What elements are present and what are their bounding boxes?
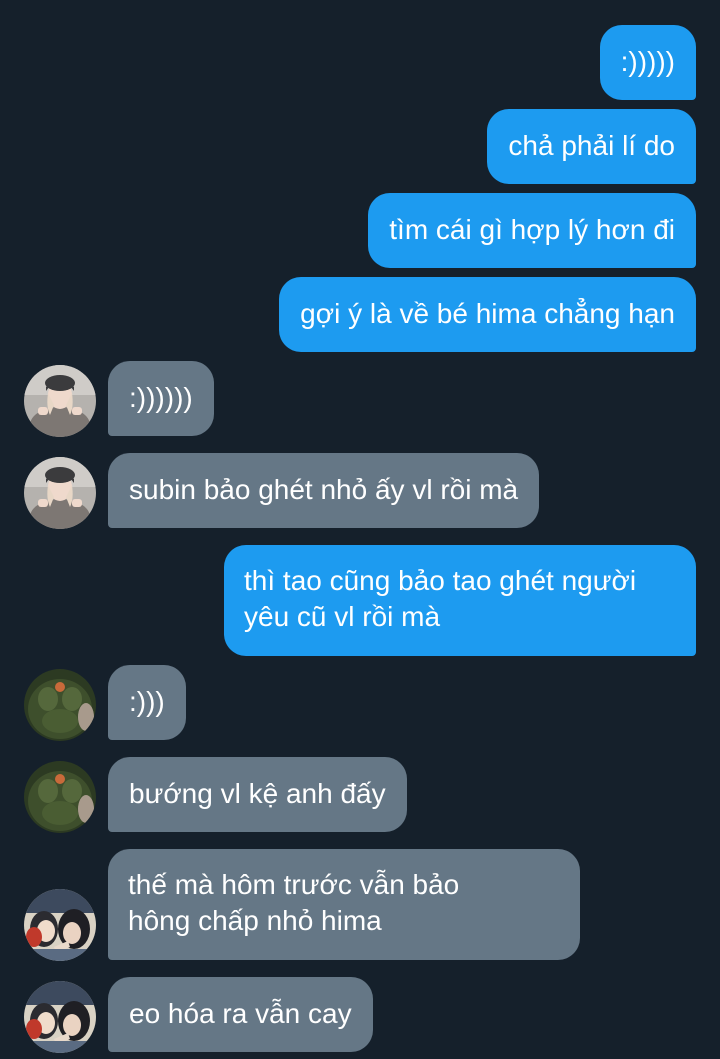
girl-beanie-avatar[interactable] [24,365,96,437]
message-text-line: thế mà hôm trước vẫn bảo [128,869,460,900]
message-text: subin bảo ghét nhỏ ấy vl rồi mà [129,474,519,505]
sent-message-bubble[interactable]: gợi ý là về bé hima chẳng hạn [279,277,696,352]
message-text: gợi ý là về bé hima chẳng hạn [300,298,675,329]
message-text-line: yêu cũ vl rồi mà [244,601,441,632]
message-text: :))))) [620,46,675,77]
girl-beanie-avatar[interactable] [24,457,96,529]
received-message-bubble[interactable]: thế mà hôm trước vẫn bảo hông chấp nhỏ h… [108,849,580,960]
message-text-line: hông chấp nhỏ hima [128,905,382,936]
anime-characters-avatar[interactable] [24,981,96,1053]
anime-characters-avatar[interactable] [24,889,96,961]
message-text: chả phải lí do [508,130,675,161]
sent-message-bubble[interactable]: :))))) [599,25,696,100]
message-thread: :))))) chả phải lí do tìm cái gì hợp lý … [0,0,720,1059]
message-text: :))) [129,686,165,717]
sent-message-bubble[interactable]: thì tao cũng bảo tao ghét người yêu cũ v… [224,545,696,656]
green-creature-avatar[interactable] [24,669,96,741]
message-text: eo hóa ra vẫn cay [129,998,352,1029]
received-message-bubble[interactable]: bướng vl kệ anh đấy [108,757,407,832]
received-message-bubble[interactable]: :)))))) [108,361,214,436]
received-message-bubble[interactable]: eo hóa ra vẫn cay [108,977,373,1052]
sent-message-bubble[interactable]: chả phải lí do [487,109,696,184]
message-text: tìm cái gì hợp lý hơn đi [389,214,675,245]
sent-message-bubble[interactable]: tìm cái gì hợp lý hơn đi [368,193,696,268]
message-text-line: thì tao cũng bảo tao ghét người [244,565,637,596]
message-text: :)))))) [129,382,193,413]
green-creature-avatar[interactable] [24,761,96,833]
message-text: bướng vl kệ anh đấy [129,778,386,809]
received-message-bubble[interactable]: subin bảo ghét nhỏ ấy vl rồi mà [108,453,540,528]
received-message-bubble[interactable]: :))) [108,665,186,740]
